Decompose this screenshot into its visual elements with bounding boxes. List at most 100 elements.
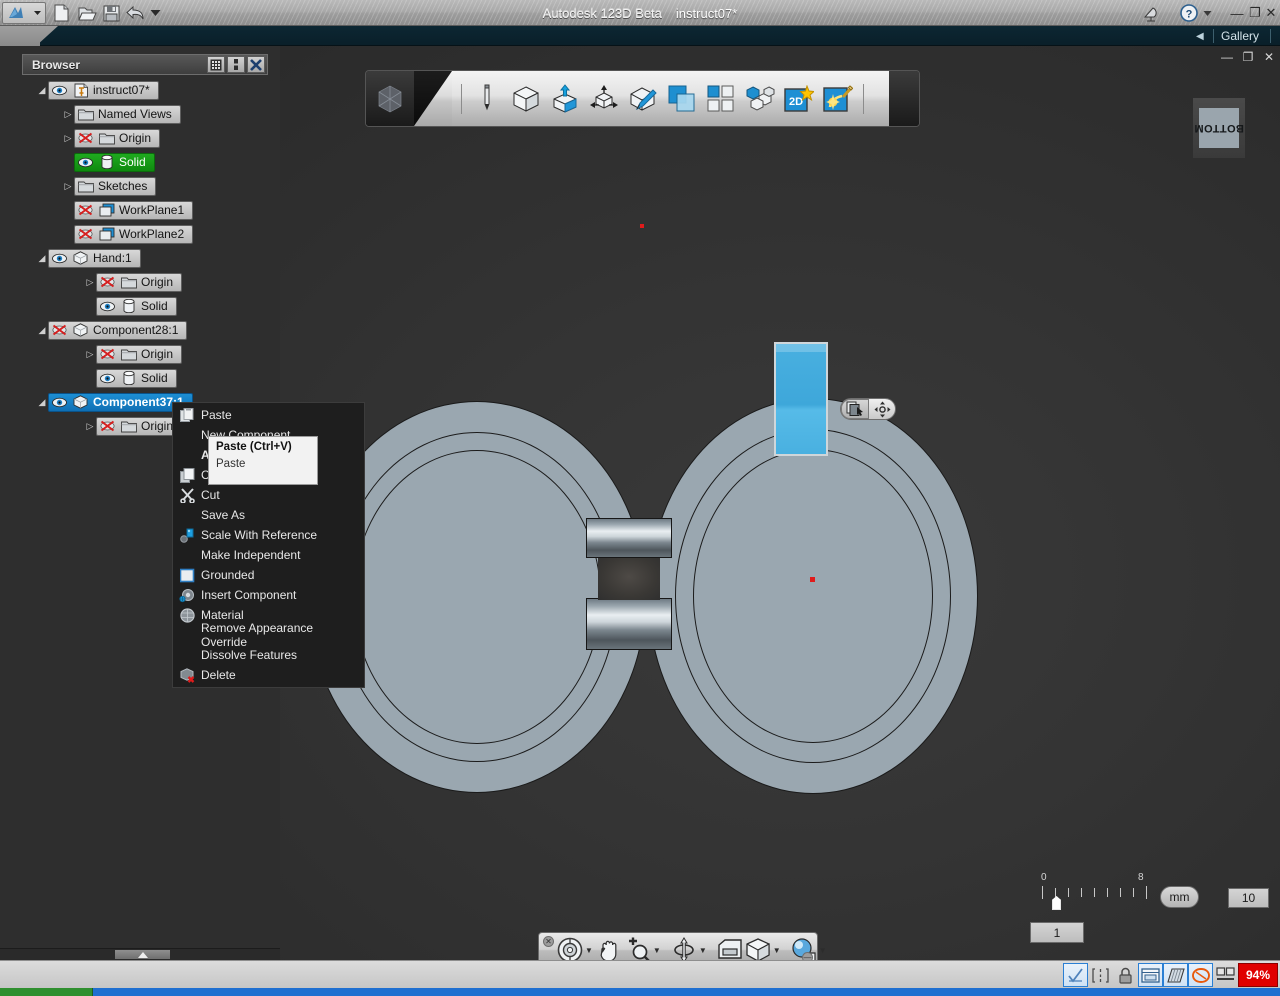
tree-row[interactable]: ◢ Hand:1 [22, 246, 272, 270]
tree-item-solid[interactable]: Solid [96, 368, 177, 388]
save-file-button[interactable] [100, 3, 122, 23]
selection-mini-toolbar[interactable] [840, 398, 896, 420]
scale-ruler[interactable]: 0 8 [1038, 872, 1153, 912]
customize-qat-button[interactable] [144, 3, 166, 23]
tree-row[interactable]: ▷ Sketches [22, 174, 272, 198]
extrude-tool-button[interactable] [548, 82, 582, 116]
eye-icon[interactable] [99, 371, 116, 386]
snap-toggle-button[interactable] [1063, 963, 1088, 987]
toolbar-button-group[interactable]: 2D [452, 71, 889, 126]
transform-tool-button[interactable] [587, 82, 621, 116]
selected-box-body[interactable] [774, 342, 828, 456]
model-shaft-lower[interactable] [586, 598, 672, 650]
orbit-tool-button[interactable] [671, 936, 697, 960]
display-toggle-button[interactable] [1213, 963, 1238, 987]
main-tool-bar[interactable]: 2D [365, 70, 920, 127]
assembly-tool-button[interactable] [743, 82, 777, 116]
tree-expand-arrow-icon[interactable]: ▷ [84, 276, 96, 288]
app-menu-button[interactable] [2, 2, 46, 24]
tree-item-instruct07[interactable]: instruct07* [48, 80, 159, 100]
3d-canvas[interactable] [280, 46, 1280, 960]
context-menu-item-make-independent[interactable]: Make Independent [173, 545, 364, 565]
tree-expand-arrow-icon[interactable]: ◢ [36, 252, 48, 264]
view-cube-face-label[interactable]: BOTTOM [1194, 108, 1244, 148]
tree-item-workplane2[interactable]: WorkPlane2 [74, 224, 194, 244]
context-menu-item-grounded[interactable]: Grounded [173, 565, 364, 585]
browser-horizontal-scrollbar[interactable] [0, 948, 280, 960]
tree-item-origin[interactable]: Origin [96, 416, 183, 436]
unit-selector[interactable]: mm [1160, 886, 1199, 908]
context-menu-item-cut[interactable]: Cut [173, 485, 364, 505]
tree-item-solid[interactable]: Solid [96, 296, 177, 316]
navbar-close-button[interactable]: ✕ [543, 936, 554, 947]
tree-expand-arrow-icon[interactable]: ▷ [84, 348, 96, 360]
tree-item-component37-1[interactable]: Component37:1 [48, 392, 193, 412]
grid-toggle-button[interactable] [1163, 963, 1188, 987]
close-window-button[interactable]: ✕ [1262, 4, 1280, 22]
tree-row[interactable]: ▷ Named Views [22, 102, 272, 126]
gallery-collapse-button[interactable]: ◀ [1196, 28, 1204, 44]
eye-icon[interactable] [51, 395, 68, 410]
eye-off-icon[interactable] [77, 131, 94, 146]
new-file-button[interactable] [50, 3, 72, 23]
gallery-button[interactable]: Gallery [1221, 28, 1259, 44]
tree-row[interactable]: ◢ Component28:1 [22, 318, 272, 342]
browser-tree[interactable]: ◢ instruct07* ▷ Named Views ▷ Origin Solid ▷ Ske… [22, 78, 272, 438]
eye-off-icon[interactable] [99, 275, 116, 290]
viewport-close-button[interactable]: ✕ [1262, 50, 1276, 64]
context-menu-item-delete[interactable]: Delete [173, 665, 364, 685]
tree-item-workplane1[interactable]: WorkPlane1 [74, 200, 194, 220]
orbit-dropdown-arrow[interactable]: ▼ [699, 946, 707, 955]
tree-row[interactable]: ▷ Origin [22, 342, 272, 366]
view-cube-dropdown-arrow[interactable]: ▼ [773, 946, 781, 955]
construct-2d-tool-button[interactable]: 2D [782, 82, 816, 116]
tree-row[interactable]: ▷ Origin [22, 270, 272, 294]
tree-row[interactable]: Solid [22, 294, 272, 318]
tree-row[interactable]: ◢ instruct07* [22, 78, 272, 102]
tree-row[interactable]: WorkPlane2 [22, 222, 272, 246]
tree-expand-arrow-icon[interactable]: ◢ [36, 396, 48, 408]
constraint-toggle-button[interactable] [1088, 963, 1113, 987]
model-disc-right[interactable] [648, 398, 978, 794]
minimize-window-button[interactable]: — [1228, 4, 1246, 22]
tree-item-origin[interactable]: Origin [96, 344, 183, 364]
scrollbar-thumb[interactable] [115, 950, 170, 959]
eye-off-icon[interactable] [77, 203, 94, 218]
model-shaft-upper[interactable] [586, 518, 672, 558]
open-file-button[interactable] [76, 3, 98, 23]
eye-off-icon[interactable] [99, 419, 116, 434]
tree-item-origin[interactable]: Origin [96, 272, 183, 292]
view-cube-tool-button[interactable] [745, 936, 771, 960]
main-viewport[interactable]: — ❐ ✕ 2D BOTTOM Browser ◢ instruct07* ▷ … [0, 46, 1280, 960]
context-menu-item-scale-with-reference[interactable]: Scale With Reference [173, 525, 364, 545]
pan-tool-button[interactable] [597, 936, 623, 960]
shape-toggle-button[interactable] [1188, 963, 1213, 987]
help-dropdown-button[interactable] [1196, 3, 1218, 23]
light-dropdown-arrow[interactable]: ▼ [819, 946, 827, 955]
tree-item-named-views[interactable]: Named Views [74, 104, 181, 124]
move-handle-button[interactable] [869, 399, 895, 419]
dimension-toggle-button[interactable] [1138, 963, 1163, 987]
modify-tool-button[interactable] [626, 82, 660, 116]
zoom-tool-button[interactable] [625, 936, 651, 960]
view-cube[interactable]: BOTTOM [1193, 98, 1245, 158]
tree-row[interactable]: ▷ Origin [22, 126, 272, 150]
eye-icon[interactable] [77, 155, 94, 170]
pattern-tool-button[interactable] [704, 82, 738, 116]
eye-off-icon[interactable] [99, 347, 116, 362]
grid-size-field[interactable]: 10 [1228, 888, 1269, 908]
steering-wheel-tool-button[interactable] [557, 936, 583, 960]
undo-button[interactable] [124, 3, 146, 23]
tree-row[interactable]: Solid [22, 150, 272, 174]
combine-tool-button[interactable] [665, 82, 699, 116]
steering-wheel-dropdown-arrow[interactable]: ▼ [585, 946, 593, 955]
tree-expand-arrow-icon[interactable]: ▷ [84, 420, 96, 432]
context-menu-item-remove-appearance-override[interactable]: Remove Appearance Override [173, 621, 364, 649]
tree-item-hand-1[interactable]: Hand:1 [48, 248, 141, 268]
eye-off-icon[interactable] [77, 227, 94, 242]
eye-off-icon[interactable] [51, 323, 68, 338]
browser-close-button[interactable] [247, 56, 265, 73]
tree-expand-arrow-icon[interactable]: ▷ [62, 132, 74, 144]
smart-tool-button[interactable] [821, 82, 855, 116]
eye-icon[interactable] [51, 251, 68, 266]
